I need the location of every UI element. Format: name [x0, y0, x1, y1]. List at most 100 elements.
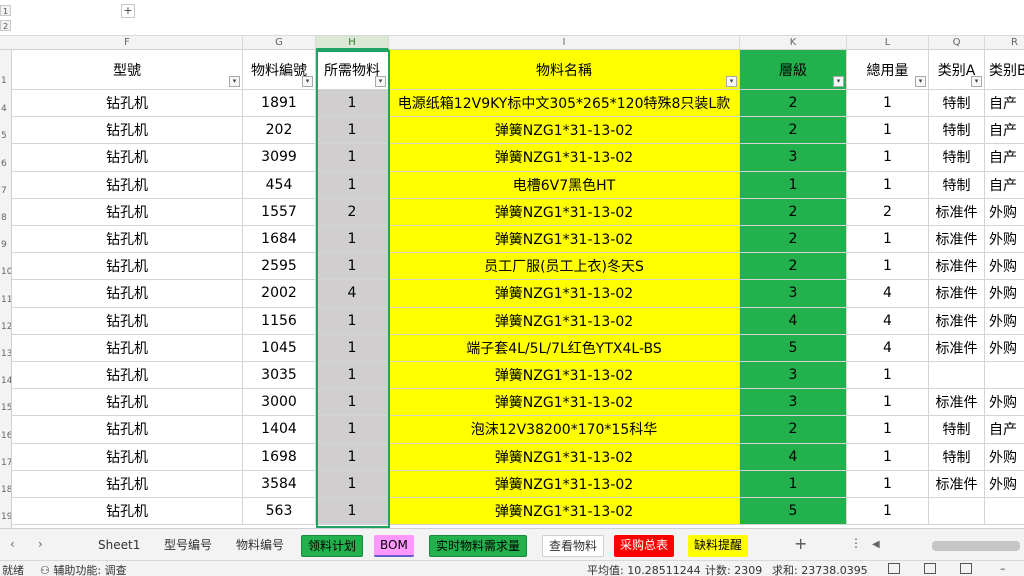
table-cell-level[interactable]: 2 [740, 90, 847, 118]
page-layout-view-icon[interactable] [924, 563, 936, 574]
table-cell-name[interactable]: 电槽6V7黑色HT [389, 171, 740, 199]
table-cell-name[interactable]: 弹簧NZG1*31-13-02 [389, 498, 740, 526]
table-cell-model[interactable]: 钻孔机 [12, 253, 243, 281]
column-letter-f[interactable]: F [12, 36, 243, 50]
row-number[interactable]: 10 [0, 267, 11, 277]
sheet-tab-8[interactable]: 缺料提醒 [688, 535, 749, 557]
table-cell-qty[interactable]: 1 [316, 144, 389, 172]
more-sheets-button[interactable]: ⋮ [850, 536, 862, 550]
table-cell-qty[interactable]: 1 [316, 498, 389, 526]
table-cell-qty[interactable]: 1 [316, 117, 389, 145]
table-cell-catB[interactable]: 自产 [985, 90, 1024, 118]
table-cell-total[interactable]: 4 [847, 280, 929, 308]
table-cell-total[interactable]: 1 [847, 171, 929, 199]
column-letter-i[interactable]: I [389, 36, 740, 50]
table-cell-name[interactable]: 弹簧NZG1*31-13-02 [389, 144, 740, 172]
table-cell-name[interactable]: 泡沫12V38200*170*15科华 [389, 416, 740, 444]
table-cell-catA[interactable]: 标准件 [929, 253, 985, 281]
table-cell-code[interactable]: 1156 [243, 307, 316, 335]
sheet-tab-6[interactable]: 查看物料 [542, 535, 605, 557]
table-cell-code[interactable]: 3099 [243, 144, 316, 172]
table-cell-qty[interactable]: 1 [316, 226, 389, 254]
sheet-tab-4[interactable]: BOM [374, 535, 414, 557]
table-cell-code[interactable]: 1404 [243, 416, 316, 444]
header-cell-f[interactable]: 型號 ▾ [12, 50, 243, 90]
table-cell-level[interactable]: 2 [740, 253, 847, 281]
table-cell-total[interactable]: 1 [847, 498, 929, 526]
table-cell-code[interactable]: 454 [243, 171, 316, 199]
table-cell-catB[interactable]: 外购 [985, 307, 1024, 335]
table-cell-catB[interactable]: 自产 [985, 117, 1024, 145]
table-cell-model[interactable]: 钻孔机 [12, 171, 243, 199]
header-cell-r[interactable]: 类别B [985, 50, 1024, 90]
row-number[interactable]: 16 [0, 431, 11, 441]
table-cell-catA[interactable]: 标准件 [929, 198, 985, 226]
table-cell-qty[interactable]: 1 [316, 443, 389, 471]
table-cell-level[interactable]: 3 [740, 362, 847, 390]
table-cell-total[interactable]: 1 [847, 416, 929, 444]
table-cell-catA[interactable]: 标准件 [929, 280, 985, 308]
outline-level-1-button[interactable]: 1 [0, 5, 11, 16]
table-cell-code[interactable]: 3035 [243, 362, 316, 390]
table-cell-code[interactable]: 3584 [243, 470, 316, 498]
table-cell-model[interactable]: 钻孔机 [12, 198, 243, 226]
accessibility-status[interactable]: ⚇ 辅助功能: 调查 [40, 562, 127, 576]
table-cell-total[interactable]: 1 [847, 443, 929, 471]
table-cell-level[interactable]: 5 [740, 498, 847, 526]
table-cell-model[interactable]: 钻孔机 [12, 226, 243, 254]
table-cell-catA[interactable]: 标准件 [929, 226, 985, 254]
table-cell-catA[interactable] [929, 498, 985, 526]
table-cell-model[interactable]: 钻孔机 [12, 498, 243, 526]
table-cell-qty[interactable]: 1 [316, 171, 389, 199]
table-cell-total[interactable]: 1 [847, 144, 929, 172]
table-cell-model[interactable]: 钻孔机 [12, 144, 243, 172]
header-cell-h[interactable]: 所需物料 ▾ [316, 50, 389, 90]
header-cell-i[interactable]: 物料名稱 ▾ [389, 50, 740, 90]
table-cell-total[interactable]: 1 [847, 90, 929, 118]
spreadsheet-grid[interactable]: 型號 ▾ 物料編號 ▾ 所需物料 ▾ 物料名稱 ▾ 層級 ▾ 總用量 ▾ 类别A ▾ 类别B 钻孔机 1891 1… [12, 50, 1024, 528]
row-number[interactable]: 17 [0, 458, 11, 468]
table-cell-catA[interactable]: 特制 [929, 117, 985, 145]
table-cell-catB[interactable] [985, 362, 1024, 390]
table-cell-code[interactable]: 3000 [243, 389, 316, 417]
sheet-tab-5[interactable]: 实时物料需求量 [429, 535, 528, 557]
table-cell-catB[interactable]: 自产 [985, 144, 1024, 172]
table-cell-total[interactable]: 2 [847, 198, 929, 226]
sheet-tab-3[interactable]: 领料计划 [301, 535, 364, 557]
table-cell-catA[interactable]: 特制 [929, 443, 985, 471]
table-cell-total[interactable]: 1 [847, 253, 929, 281]
table-cell-level[interactable]: 2 [740, 226, 847, 254]
scrollbar-thumb[interactable] [932, 541, 1020, 551]
outline-expand-button[interactable]: + [121, 4, 135, 18]
table-cell-qty[interactable]: 1 [316, 253, 389, 281]
zoom-out-icon[interactable]: – [1000, 562, 1006, 575]
normal-view-icon[interactable] [888, 563, 900, 574]
sheet-tab-1[interactable]: 型号编号 [158, 535, 218, 557]
table-cell-level[interactable]: 4 [740, 307, 847, 335]
row-number[interactable]: 15 [0, 403, 11, 413]
table-cell-model[interactable]: 钻孔机 [12, 416, 243, 444]
table-cell-total[interactable]: 1 [847, 226, 929, 254]
table-cell-level[interactable]: 2 [740, 198, 847, 226]
table-cell-model[interactable]: 钻孔机 [12, 389, 243, 417]
sheet-tab-7[interactable]: 采购总表 [614, 535, 675, 557]
table-cell-catA[interactable]: 特制 [929, 416, 985, 444]
row-number[interactable]: 8 [0, 213, 11, 223]
table-cell-name[interactable]: 电源纸箱12V9KY标中文305*265*120特殊8只装L款 [389, 90, 740, 118]
table-cell-qty[interactable]: 1 [316, 307, 389, 335]
table-cell-catA[interactable]: 标准件 [929, 334, 985, 362]
table-cell-model[interactable]: 钻孔机 [12, 117, 243, 145]
table-cell-code[interactable]: 2595 [243, 253, 316, 281]
filter-dropdown-icon[interactable]: ▾ [375, 76, 386, 87]
table-cell-level[interactable]: 3 [740, 389, 847, 417]
table-cell-code[interactable]: 1698 [243, 443, 316, 471]
table-cell-name[interactable]: 弹簧NZG1*31-13-02 [389, 443, 740, 471]
table-cell-total[interactable]: 4 [847, 307, 929, 335]
table-cell-model[interactable]: 钻孔机 [12, 90, 243, 118]
table-cell-catB[interactable]: 外购 [985, 253, 1024, 281]
table-cell-model[interactable]: 钻孔机 [12, 334, 243, 362]
table-cell-name[interactable]: 员工厂服(员工上衣)冬天S [389, 253, 740, 281]
table-cell-name[interactable]: 弹簧NZG1*31-13-02 [389, 389, 740, 417]
table-cell-code[interactable]: 563 [243, 498, 316, 526]
table-cell-code[interactable]: 202 [243, 117, 316, 145]
